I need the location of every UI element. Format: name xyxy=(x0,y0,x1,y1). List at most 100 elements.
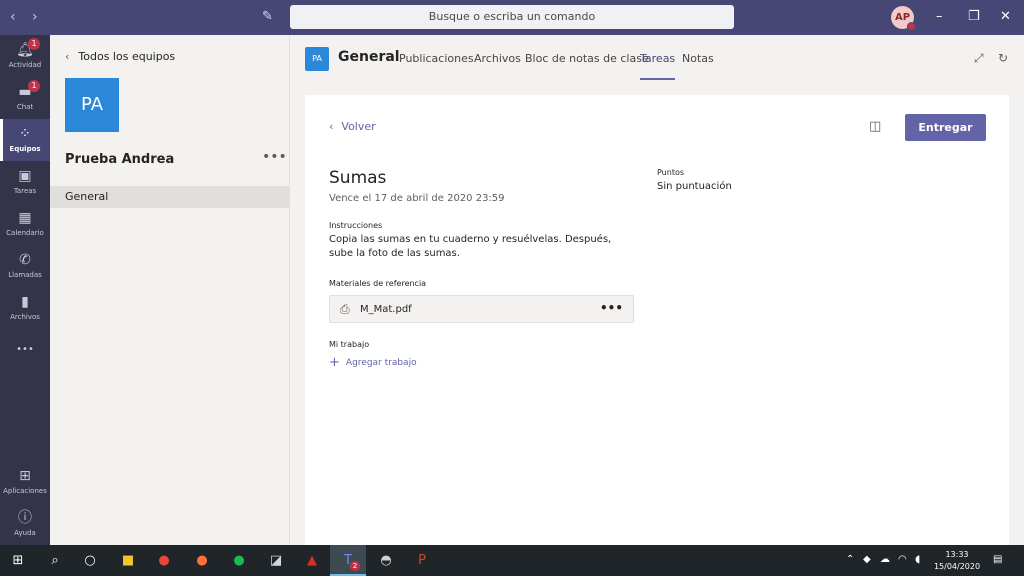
rail-label: Ayuda xyxy=(14,529,36,537)
search-input[interactable]: Busque o escriba un comando xyxy=(290,5,734,29)
windows-start-icon[interactable]: ⊞ xyxy=(9,552,27,569)
add-work-label: Agregar trabajo xyxy=(345,358,417,368)
close-button[interactable]: ✕ xyxy=(1000,9,1011,24)
points-label: Puntos xyxy=(657,168,685,177)
rail-label: Aplicaciones xyxy=(3,487,47,495)
rail-item-tareas[interactable]: ▣ Tareas xyxy=(0,161,50,203)
help-icon: ⓘ xyxy=(18,510,32,526)
notifications-icon[interactable]: ▤ xyxy=(993,554,1002,565)
cortana-icon[interactable]: ○ xyxy=(81,552,99,569)
maximize-button[interactable]: ❐ xyxy=(968,9,980,24)
rail-item-actividad[interactable]: 🔔︎ 1 Actividad xyxy=(0,35,50,77)
title-bar: ‹ › ✎ Busque o escriba un comando AP – ❐… xyxy=(0,0,1024,35)
cloud-icon[interactable]: ☁ xyxy=(880,554,890,565)
assignment-card: ‹ Volver ◫ Entregar Sumas Vence el 17 de … xyxy=(305,95,1009,545)
pdf-file-icon: ⎙ xyxy=(340,302,350,316)
app-icon[interactable]: ◓ xyxy=(377,552,395,569)
compose-icon[interactable]: ✎ xyxy=(262,9,273,24)
assignments-icon: ▣ xyxy=(18,168,32,184)
chevron-left-icon: ‹ xyxy=(65,50,70,63)
team-name: Prueba Andrea xyxy=(65,152,175,167)
tab-bloc-de-notas[interactable]: Bloc de notas de clase xyxy=(525,52,649,65)
wifi-icon[interactable]: ◠ xyxy=(898,554,907,565)
tab-publicaciones[interactable]: Publicaciones xyxy=(399,52,474,65)
assignment-title: Sumas xyxy=(329,168,387,188)
teams-badge: 2 xyxy=(350,561,360,571)
clock[interactable]: 13:33 15/04/2020 xyxy=(930,549,984,573)
rail-item-aplicaciones[interactable]: ⊞ Aplicaciones xyxy=(0,461,50,503)
avatar-initials: AP xyxy=(894,12,911,23)
team-panel: ‹ Todos los equipos PA Prueba Andrea ••• … xyxy=(50,35,290,545)
rail-item-ayuda[interactable]: ⓘ Ayuda xyxy=(0,503,50,545)
rail-item-equipos[interactable]: ⁘ Equipos xyxy=(0,119,50,161)
back-arrow-icon[interactable]: ‹ xyxy=(10,9,16,25)
instructions-label: Instrucciones xyxy=(329,221,383,230)
channel-item-general[interactable]: General xyxy=(50,186,290,208)
rail-label: Archivos xyxy=(10,313,40,321)
notification-badge: 1 xyxy=(28,80,40,92)
apps-icon: ⊞ xyxy=(19,468,31,484)
minimize-button[interactable]: – xyxy=(936,9,943,24)
reference-file[interactable]: ⎙ M_Mat.pdf ••• xyxy=(329,295,634,323)
tab-archivos[interactable]: Archivos xyxy=(474,52,521,65)
rail-label: Tareas xyxy=(13,187,37,195)
tray-chevron-icon[interactable]: ⌃ xyxy=(846,554,854,565)
presence-busy-icon xyxy=(907,22,916,31)
bell-icon: 🔔︎ xyxy=(16,42,34,58)
rail-item-llamadas[interactable]: ✆ Llamadas xyxy=(0,245,50,287)
points-value: Sin puntuación xyxy=(657,181,732,192)
dropbox-icon[interactable]: ◆ xyxy=(863,554,871,565)
team-avatar: PA xyxy=(65,78,119,132)
submit-button[interactable]: Entregar xyxy=(905,114,986,141)
rail-label: Chat xyxy=(16,103,34,111)
chrome-icon[interactable]: ● xyxy=(155,552,173,569)
taskbar: ⊞ ⌕ ○ ■ ● ● ● ◪ ▲ T 2 ◓ P ⌃ ◆ ☁ ◠ ◖ 13:3… xyxy=(0,545,1024,576)
back-label: Volver xyxy=(341,120,376,133)
immersive-reader-icon[interactable]: ◫ xyxy=(869,119,881,134)
file-icon: ▮ xyxy=(21,294,29,310)
file-explorer-icon[interactable]: ■ xyxy=(119,552,137,569)
firefox-icon[interactable]: ● xyxy=(193,552,211,569)
forward-arrow-icon[interactable]: › xyxy=(32,9,38,25)
volume-icon[interactable]: ◖ xyxy=(915,554,920,565)
file-more-icon[interactable]: ••• xyxy=(600,301,623,315)
back-link[interactable]: ‹ Volver xyxy=(329,120,376,133)
acrobat-icon[interactable]: ▲ xyxy=(303,552,321,569)
chat-icon: ▬ xyxy=(18,84,32,100)
rail-item-archivos[interactable]: ▮ Archivos xyxy=(0,287,50,329)
file-name: M_Mat.pdf xyxy=(360,304,412,315)
rail-label: Equipos xyxy=(9,145,41,153)
channel-avatar: PA xyxy=(305,47,329,71)
powerpoint-icon[interactable]: P xyxy=(413,552,431,569)
expand-icon[interactable]: ⤢ xyxy=(974,51,984,66)
avatar[interactable]: AP xyxy=(891,6,916,31)
add-work-button[interactable]: + Agregar trabajo xyxy=(329,355,417,370)
due-date: Vence el 17 de abril de 2020 23:59 xyxy=(329,193,505,204)
tab-notas[interactable]: Notas xyxy=(682,52,714,65)
reference-label: Materiales de referencia xyxy=(329,279,427,288)
all-teams-link[interactable]: ‹ Todos los equipos xyxy=(65,50,175,63)
chevron-left-icon: ‹ xyxy=(329,120,334,133)
rail-item-chat[interactable]: ▬ 1 Chat xyxy=(0,77,50,119)
app-rail: 🔔︎ 1 Actividad ▬ 1 Chat ⁘ Equipos ▣ Tare… xyxy=(0,35,50,545)
rail-label: Actividad xyxy=(8,61,42,69)
refresh-icon[interactable]: ↻ xyxy=(998,51,1008,65)
team-more-icon[interactable]: ••• xyxy=(262,149,287,165)
channel-title: General xyxy=(338,49,400,65)
search-icon[interactable]: ⌕ xyxy=(46,552,64,569)
app-icon[interactable]: ◪ xyxy=(267,552,285,569)
rail-label: Llamadas xyxy=(8,271,42,279)
spotify-icon[interactable]: ● xyxy=(230,552,248,569)
instructions-text: Copia las sumas en tu cuaderno y resuélv… xyxy=(329,234,612,259)
notification-badge: 1 xyxy=(28,38,40,50)
rail-item-more[interactable]: ••• xyxy=(0,335,50,377)
more-icon: ••• xyxy=(16,344,34,355)
all-teams-label: Todos los equipos xyxy=(78,50,176,63)
rail-item-calendario[interactable]: ▦ Calendario xyxy=(0,203,50,245)
clock-time: 13:33 xyxy=(945,550,969,559)
rail-label: Calendario xyxy=(6,229,44,237)
my-work-label: Mi trabajo xyxy=(329,340,370,349)
tab-tareas[interactable]: Tareas xyxy=(640,52,676,80)
channel-header: PA General Publicaciones Archivos Bloc d… xyxy=(290,35,1024,83)
teams-icon: ⁘ xyxy=(19,126,31,142)
